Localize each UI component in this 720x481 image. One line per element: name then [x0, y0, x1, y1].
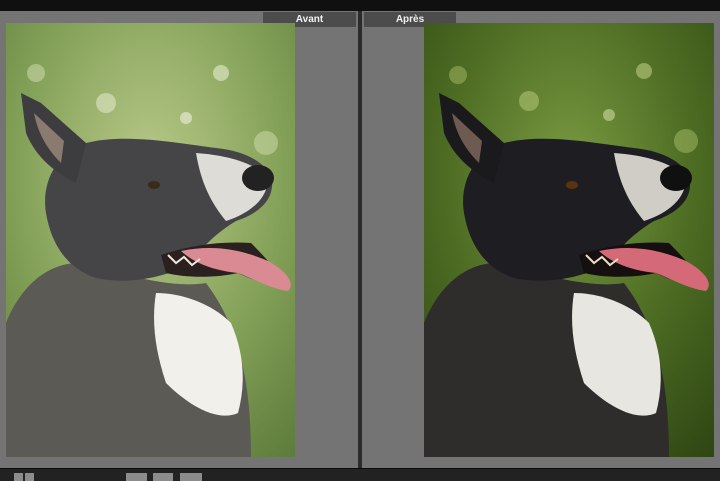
bottom-toolbar [0, 468, 720, 481]
top-bar [0, 0, 720, 11]
before-photo[interactable] [6, 23, 295, 457]
dog-photo-after [424, 23, 714, 457]
panel-divider[interactable] [358, 11, 362, 468]
dog-photo-before [6, 23, 295, 457]
after-photo[interactable] [424, 23, 714, 457]
